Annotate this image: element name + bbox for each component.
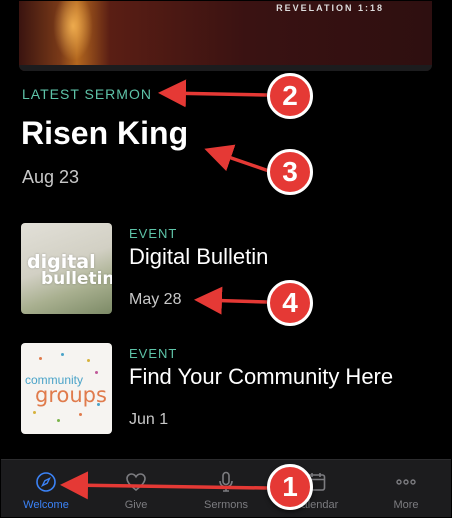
thumb-text: groups bbox=[35, 383, 107, 407]
arrow-to-sermon-title bbox=[204, 144, 270, 173]
tab-give[interactable]: Give bbox=[91, 460, 181, 517]
hero-glow bbox=[53, 1, 93, 61]
event-tag: EVENT bbox=[129, 346, 178, 361]
sermon-hero-image[interactable]: REVELATION 1:18 bbox=[19, 1, 432, 71]
microphone-icon bbox=[219, 471, 233, 492]
tab-welcome[interactable]: Welcome bbox=[1, 460, 91, 517]
event-title: Find Your Community Here bbox=[129, 364, 394, 389]
arrow-to-section-label bbox=[158, 79, 268, 108]
hero-bottom-bar bbox=[19, 65, 432, 71]
confetti-dot bbox=[95, 371, 98, 374]
digital-bulletin-thumbnail: digital bulletin bbox=[21, 223, 112, 314]
confetti-dot bbox=[61, 353, 64, 356]
thumb-text: bulletin bbox=[41, 269, 112, 289]
callout-badge: 4 bbox=[267, 280, 313, 326]
community-groups-thumbnail: community groups bbox=[21, 343, 112, 434]
event-date: Jun 1 bbox=[129, 411, 169, 428]
sermon-title[interactable]: Risen King bbox=[21, 115, 188, 152]
scripture-reference: REVELATION 1:18 bbox=[276, 3, 384, 13]
event-tag: EVENT bbox=[129, 226, 178, 241]
latest-sermon-label: LATEST SERMON bbox=[22, 86, 152, 102]
tab-sermons[interactable]: Sermons bbox=[181, 460, 271, 517]
callout-badge: 1 bbox=[267, 464, 313, 510]
event-date: May 28 bbox=[129, 291, 182, 308]
event-item-community[interactable]: community groups EVENT Find Your Communi… bbox=[21, 343, 431, 443]
compass-icon bbox=[36, 472, 56, 492]
tab-label: Welcome bbox=[23, 499, 69, 511]
bottom-tab-bar: Welcome Give Sermons Calendar More bbox=[1, 459, 451, 517]
sermon-date: Aug 23 bbox=[22, 167, 80, 187]
callout-badge: 2 bbox=[267, 73, 313, 119]
tab-label: Give bbox=[124, 499, 148, 511]
app-screen: REVELATION 1:18 LATEST SERMON Risen King… bbox=[0, 0, 452, 518]
tab-more[interactable]: More bbox=[361, 460, 451, 517]
more-dots-icon bbox=[396, 479, 416, 485]
confetti-dot bbox=[39, 357, 42, 360]
tab-label: Sermons bbox=[203, 499, 249, 511]
callout-badge: 3 bbox=[267, 149, 313, 195]
event-title: Digital Bulletin bbox=[129, 244, 269, 269]
confetti-dot bbox=[33, 411, 36, 414]
confetti-dot bbox=[79, 413, 82, 416]
confetti-dot bbox=[57, 419, 60, 422]
heart-icon bbox=[126, 473, 146, 492]
event-item-digital-bulletin[interactable]: digital bulletin EVENT Digital Bulletin … bbox=[21, 223, 431, 323]
tab-label: More bbox=[393, 499, 419, 511]
confetti-dot bbox=[87, 359, 90, 362]
